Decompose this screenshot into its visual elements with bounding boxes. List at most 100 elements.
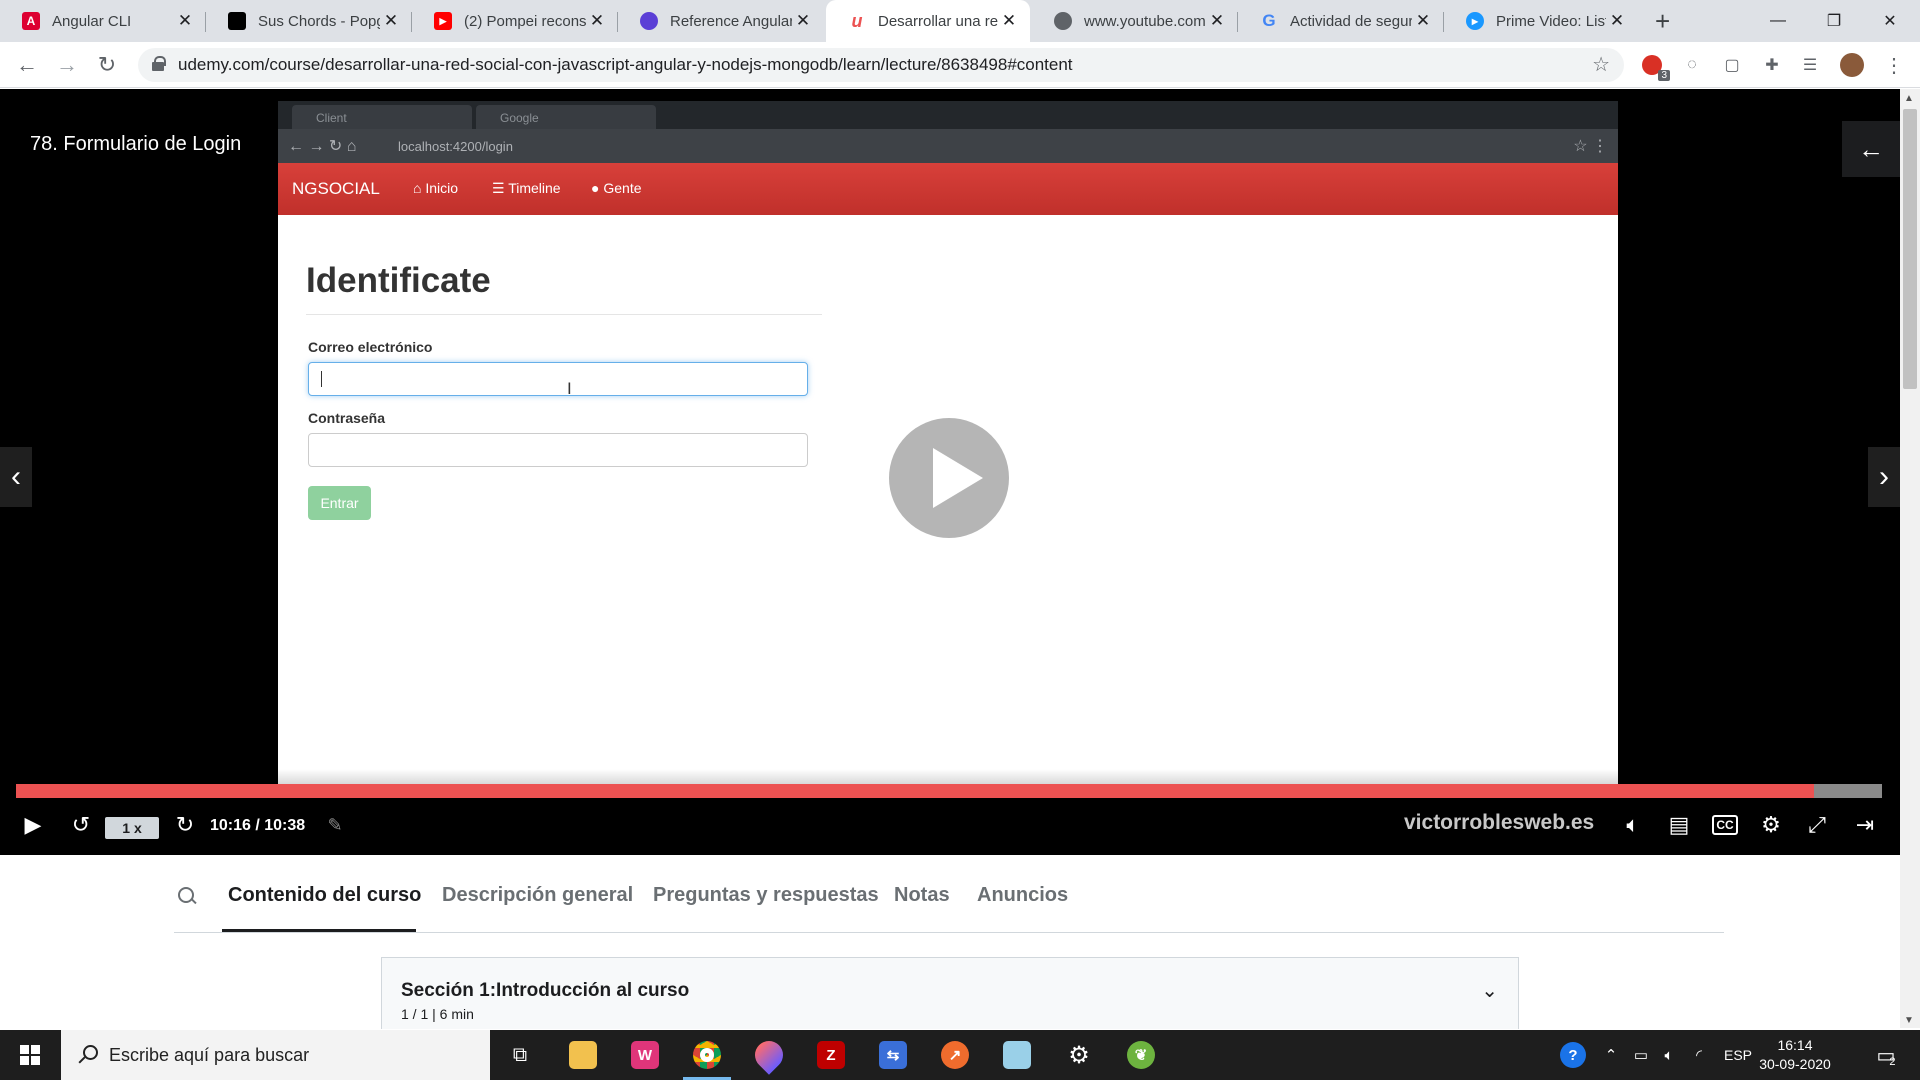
task-view-icon[interactable]: ⧉ (490, 1030, 550, 1080)
window-close-icon[interactable]: ✕ (1862, 0, 1918, 42)
previous-lecture-arrow-icon[interactable]: ‹ (0, 447, 32, 507)
url-text: udemy.com/course/desarrollar-una-red-soc… (178, 55, 1073, 74)
tab-actividad-seguridad[interactable]: G Actividad de segur ✕ (1238, 0, 1444, 42)
section-title: Sección 1:Introducción al curso (401, 980, 690, 1001)
next-lecture-arrow-icon[interactable]: › (1868, 447, 1900, 507)
playback-rate-button[interactable]: 1 x (105, 817, 159, 839)
tab-youtube[interactable]: www.youtube.com ✕ (1032, 0, 1238, 42)
video-login-heading: Identificate (306, 261, 491, 300)
extension-circle-icon[interactable]: ◌ (1680, 53, 1704, 77)
close-icon[interactable]: ✕ (1206, 11, 1228, 31)
tab-title: Actividad de segur (1290, 12, 1412, 30)
back-arrow-icon[interactable]: ← (12, 50, 42, 80)
volume-icon[interactable]: 🔈︎ (1618, 811, 1648, 839)
tab-anuncios[interactable]: Anuncios (977, 884, 1068, 907)
close-icon[interactable]: ✕ (998, 11, 1020, 31)
tray-chevron-up-icon[interactable]: ⌃ (1600, 1030, 1622, 1080)
notifications-icon[interactable]: ▭ 2 (1866, 1030, 1906, 1080)
video-player[interactable]: 78. Formulario de Login Client Google ← … (0, 89, 1900, 855)
tab-prime-video[interactable]: ▶ Prime Video: Lista ✕ (1444, 0, 1638, 42)
clock-date: 30-09-2020 (1759, 1056, 1831, 1072)
chrome-menu-icon[interactable]: ⋮ (1882, 53, 1906, 77)
progress-bar[interactable] (16, 784, 1882, 798)
play-icon[interactable]: ▶ (18, 811, 48, 839)
big-play-icon[interactable] (889, 418, 1009, 538)
new-tab-plus-icon[interactable]: + (1655, 6, 1670, 37)
udemy-icon: u (851, 10, 863, 31)
extension-red-icon[interactable]: 3 (1640, 53, 1670, 81)
tab-udemy-course[interactable]: u Desarrollar una re ✕ (826, 0, 1030, 42)
tab-angular-cli[interactable]: A Angular CLI ✕ (0, 0, 206, 42)
video-watermark: victorroblesweb.es (1404, 811, 1595, 834)
tab-contenido-del-curso[interactable]: Contenido del curso (228, 884, 421, 907)
google-icon: G (1262, 11, 1276, 30)
page-scrollbar[interactable]: ▲ ▼ (1900, 89, 1920, 1028)
close-icon[interactable]: ✕ (1412, 11, 1434, 31)
search-icon[interactable] (178, 887, 196, 905)
media-controls-icon[interactable]: ☰ (1798, 53, 1822, 77)
filezilla-icon[interactable]: Z (801, 1030, 861, 1080)
minimize-icon[interactable]: — (1750, 0, 1806, 42)
reload-icon[interactable]: ↻ (92, 50, 122, 80)
chrome-icon[interactable] (677, 1030, 737, 1080)
chevron-down-icon[interactable]: ⌄ (1481, 978, 1498, 1003)
battery-icon[interactable]: ▭ (1628, 1030, 1654, 1080)
restore-icon[interactable]: ❐ (1806, 0, 1862, 42)
course-section-1[interactable]: Sección 1:Introducción al curso 1 / 1 | … (381, 957, 1519, 1029)
extension-box-icon[interactable]: ▢ (1720, 53, 1744, 77)
scroll-down-icon[interactable]: ▼ (1904, 1015, 1914, 1026)
video-app-navbar: NGSOCIAL ⌂ Inicio ☰ Timeline ● Gente (278, 163, 1618, 215)
file-explorer-icon[interactable] (553, 1030, 613, 1080)
forward-arrow-icon[interactable]: → (52, 50, 82, 80)
compass-app-icon[interactable]: ↗ (925, 1030, 985, 1080)
spring-tools-icon[interactable]: ❦ (1111, 1030, 1171, 1080)
tab-preguntas-y-respuestas[interactable]: Preguntas y respuestas (653, 884, 879, 907)
playback-time: 10:16 / 10:38 (210, 817, 306, 834)
transcript-icon[interactable]: ▤ (1664, 811, 1694, 839)
tab-title: Sus Chords - Popg (258, 12, 380, 30)
profile-avatar[interactable] (1840, 53, 1864, 77)
forward-icon[interactable]: ↻ (170, 811, 200, 839)
add-note-icon[interactable]: ✎ (320, 811, 350, 839)
globe-icon (1054, 12, 1072, 30)
webstorm-icon[interactable]: W (615, 1030, 675, 1080)
video-nav-inicio: ⌂ Inicio (413, 180, 459, 196)
close-icon[interactable]: ✕ (1606, 11, 1628, 31)
volume-icon[interactable]: 🔈︎ (1656, 1030, 1682, 1080)
tab-pompei[interactable]: ▶ (2) Pompei reconst ✕ (412, 0, 618, 42)
tab-reference-angular[interactable]: Reference Angular ✕ (618, 0, 824, 42)
fullscreen-icon[interactable]: ⤢ (1802, 811, 1832, 839)
extensions-puzzle-icon[interactable]: ✚ (1760, 53, 1784, 77)
tab-title: Prime Video: Lista (1496, 12, 1606, 30)
taskbar-clock[interactable]: 16:14 30-09-2020 (1750, 1036, 1840, 1074)
bookmark-star-icon[interactable]: ☆ (1592, 52, 1610, 77)
taskbar-search-box[interactable]: Escribe aquí para buscar (61, 1030, 490, 1080)
video-nav-gente: ● Gente (591, 180, 642, 196)
network-app-icon[interactable]: ⇆ (863, 1030, 923, 1080)
tab-title: Angular CLI (52, 12, 132, 30)
wifi-icon[interactable]: ◜ (1686, 1030, 1712, 1080)
expanded-view-icon[interactable]: ⇥ (1848, 811, 1882, 839)
windows-start-icon[interactable] (0, 1030, 60, 1080)
course-tabs: Contenido del curso Descripción general … (174, 855, 1724, 933)
close-icon[interactable]: ✕ (792, 11, 814, 31)
windows-taskbar: Escribe aquí para buscar ⧉ W Z ⇆ ↗ ⚙ ❦ ?… (0, 1030, 1920, 1080)
help-icon[interactable]: ? (1556, 1030, 1590, 1080)
captions-cc-icon[interactable]: CC (1710, 811, 1740, 839)
close-icon[interactable]: ✕ (380, 11, 402, 31)
scroll-up-icon[interactable]: ▲ (1904, 93, 1914, 104)
tab-descripcion-general[interactable]: Descripción general (442, 884, 633, 907)
settings-gear-icon[interactable]: ⚙ (1756, 811, 1786, 839)
address-bar[interactable]: udemy.com/course/desarrollar-una-red-soc… (138, 48, 1624, 82)
settings-gear-icon[interactable]: ⚙ (1049, 1030, 1109, 1080)
scrollbar-thumb[interactable] (1903, 109, 1917, 389)
tab-sus-chords[interactable]: Sus Chords - Popg ✕ (206, 0, 412, 42)
tab-notas[interactable]: Notas (894, 884, 950, 907)
expand-sidebar-arrow-icon[interactable]: ← (1842, 121, 1900, 177)
close-icon[interactable]: ✕ (174, 11, 196, 31)
rewind-icon[interactable]: ↺ (66, 811, 96, 839)
home-icon: ⌂ (413, 180, 422, 196)
drop-app-icon[interactable] (739, 1030, 799, 1080)
close-icon[interactable]: ✕ (586, 11, 608, 31)
notes-app-icon[interactable] (987, 1030, 1047, 1080)
